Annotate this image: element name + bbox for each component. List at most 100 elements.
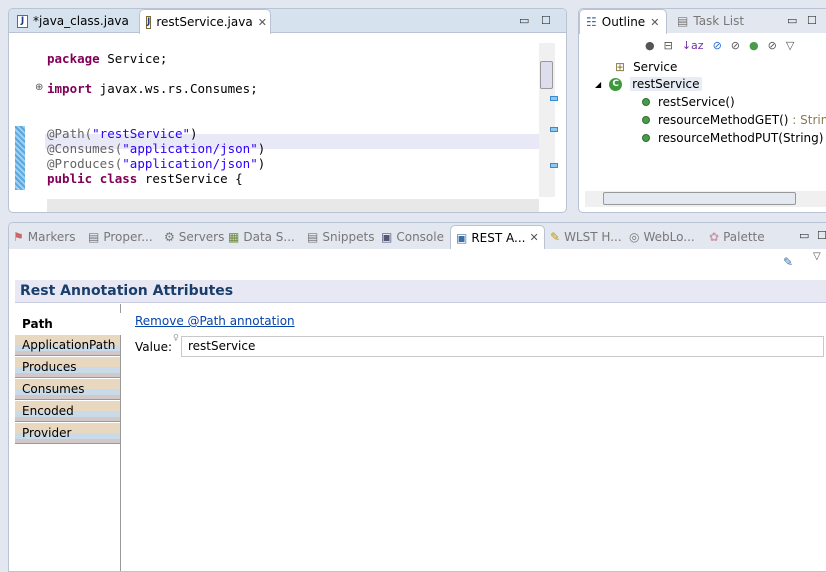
annotation: @Consumes(	[47, 141, 123, 156]
code-area[interactable]: package Service; import javax.ws.rs.Cons…	[47, 45, 265, 186]
minimize-icon[interactable]: ▭	[799, 229, 809, 242]
outline-horizontal-scrollbar[interactable]	[585, 191, 826, 207]
side-tab-produces[interactable]: Produces	[15, 357, 120, 378]
tab-label: restService.java	[156, 15, 253, 29]
wlst-icon: ✎	[550, 230, 561, 244]
outline-item-method[interactable]: resourceMethodPUT(String) : v	[642, 131, 826, 145]
rest-view-icon: ▣	[456, 230, 468, 245]
tab-java-class[interactable]: J *java_class.java	[11, 9, 141, 33]
tab-label: Palette	[723, 230, 765, 244]
string: "restService"	[92, 126, 190, 141]
change-ruler	[15, 126, 25, 190]
outline-item-class[interactable]: ◢ CrestService	[595, 77, 702, 91]
side-tab-encoded[interactable]: Encoded	[15, 401, 120, 422]
horizontal-scrollbar[interactable]	[47, 199, 539, 212]
package-icon: ⊞	[615, 60, 626, 74]
public-method-icon	[642, 98, 650, 106]
palette-icon: ✿	[709, 230, 720, 244]
vertical-scrollbar[interactable]	[539, 43, 555, 197]
overview-marker[interactable]	[550, 127, 558, 132]
keyword: import	[47, 81, 93, 96]
remove-path-annotation-link[interactable]: Remove @Path annotation	[135, 314, 295, 328]
info-bulb-icon: ♀	[173, 333, 179, 342]
tab-servers[interactable]: ⚙ Servers	[164, 225, 224, 249]
return-type: : String	[792, 113, 826, 127]
sort-icon[interactable]: ↓az	[682, 39, 704, 52]
tab-weblogic[interactable]: ◎ WebLo...	[629, 225, 695, 249]
pin-view-icon[interactable]: ✎	[783, 255, 793, 269]
tab-label: Markers	[27, 230, 76, 244]
tab-label: Task List	[693, 14, 745, 28]
outline-item-method[interactable]: resourceMethodGET() : String	[642, 113, 826, 127]
code-text: restService {	[137, 171, 243, 186]
tab-markers[interactable]: ⚑ Markers	[13, 225, 76, 249]
hide-nonpublic-icon[interactable]: ⊘	[713, 39, 722, 52]
tab-label: Console	[396, 230, 444, 244]
side-tab-provider[interactable]: Provider	[15, 423, 120, 444]
string: "application/json"	[122, 141, 258, 156]
class-icon: C	[609, 77, 623, 91]
close-icon[interactable]: ✕	[258, 16, 267, 29]
tab-rest-service[interactable]: JrestService.java ✕	[139, 9, 271, 34]
hide-static-icon[interactable]: ⊘	[731, 39, 740, 52]
collapse-arrow-icon[interactable]: ◢	[595, 80, 601, 89]
tab-snippets[interactable]: ▤ Snippets	[307, 225, 374, 249]
overview-marker[interactable]	[550, 163, 558, 168]
close-icon[interactable]: ✕	[650, 16, 659, 29]
tab-palette[interactable]: ✿ Palette	[709, 225, 765, 249]
tab-data-source[interactable]: ▦ Data S...	[228, 225, 295, 249]
maximize-icon[interactable]: ☐	[541, 14, 551, 27]
snippets-icon: ▤	[307, 230, 319, 244]
side-tab-consumes[interactable]: Consumes	[15, 379, 120, 400]
tab-label: Data S...	[243, 230, 295, 244]
minimize-icon[interactable]: ▭	[519, 14, 529, 27]
tab-wlst-help[interactable]: ✎ WLST H...	[550, 225, 622, 249]
string: "application/json"	[122, 156, 258, 171]
item-label: restService	[630, 77, 702, 91]
tab-label: *java_class.java	[33, 14, 129, 28]
maximize-icon[interactable]: ☐	[817, 229, 826, 242]
side-tab-path[interactable]: Path	[15, 313, 121, 335]
rest-annotation-panel: ⚑ Markers ▤ Proper... ⚙ Servers ▦ Data S... …	[8, 222, 826, 572]
expand-import-icon[interactable]: ⊕	[35, 82, 43, 93]
close-icon[interactable]: ✕	[529, 231, 538, 244]
keyword: class	[99, 171, 138, 186]
view-menu-icon[interactable]: ▽	[813, 251, 821, 262]
outline-icon: ☷	[586, 15, 597, 29]
hide-fields-icon[interactable]: ●	[645, 39, 655, 52]
tab-label: Snippets	[322, 230, 375, 244]
item-label: resourceMethodGET()	[658, 113, 789, 127]
view-menu-icon[interactable]: ▽	[786, 39, 794, 52]
maximize-icon[interactable]: ☐	[807, 14, 817, 27]
code-text: )	[190, 126, 198, 141]
tab-console[interactable]: ▣ Console	[381, 225, 444, 249]
tab-outline[interactable]: ☷ Outline ✕	[579, 9, 667, 34]
task-list-icon: ▤	[677, 14, 689, 28]
value-input[interactable]: restService	[181, 336, 824, 357]
overview-marker[interactable]	[550, 96, 558, 101]
tab-label: Proper...	[103, 230, 153, 244]
collapse-all-icon[interactable]: ⊟	[664, 39, 673, 52]
code-text: javax.ws.rs.Consumes;	[92, 81, 258, 96]
editor-panel: J *java_class.java JrestService.java ✕ ▭ ☐…	[8, 8, 567, 213]
minimize-icon[interactable]: ▭	[787, 14, 797, 27]
code-text: )	[257, 141, 266, 156]
outline-item-method[interactable]: restService()	[642, 95, 735, 109]
tab-label: Outline	[601, 15, 646, 29]
outline-item-package[interactable]: ⊞ Service	[615, 60, 677, 74]
tab-properties[interactable]: ▤ Proper...	[88, 225, 153, 249]
properties-icon: ▤	[88, 230, 100, 244]
hide-local-types-icon[interactable]: ⊘	[768, 39, 777, 52]
item-label: Service	[633, 60, 678, 74]
tab-label: WLST H...	[564, 230, 622, 244]
tab-task-list[interactable]: ▤ Task List	[671, 9, 750, 33]
item-label: resourceMethodPUT(String)	[658, 131, 824, 145]
tab-rest-annotations[interactable]: ▣ REST A... ✕	[450, 225, 545, 249]
tab-label: REST A...	[471, 230, 526, 245]
editor-tabbar: J *java_class.java JrestService.java ✕ ▭ ☐	[9, 9, 566, 34]
annotation: @Path(	[47, 126, 93, 141]
outline-panel: ☷ Outline ✕ ▤ Task List ▭ ☐ ● ⊟ ↓az ⊘ ⊘ ● ⊘ ▽ ⊞ Ser…	[578, 8, 826, 213]
side-tab-applicationpath[interactable]: ApplicationPath	[15, 335, 120, 356]
public-members-icon[interactable]: ●	[749, 39, 759, 52]
servers-icon: ⚙	[164, 230, 175, 244]
